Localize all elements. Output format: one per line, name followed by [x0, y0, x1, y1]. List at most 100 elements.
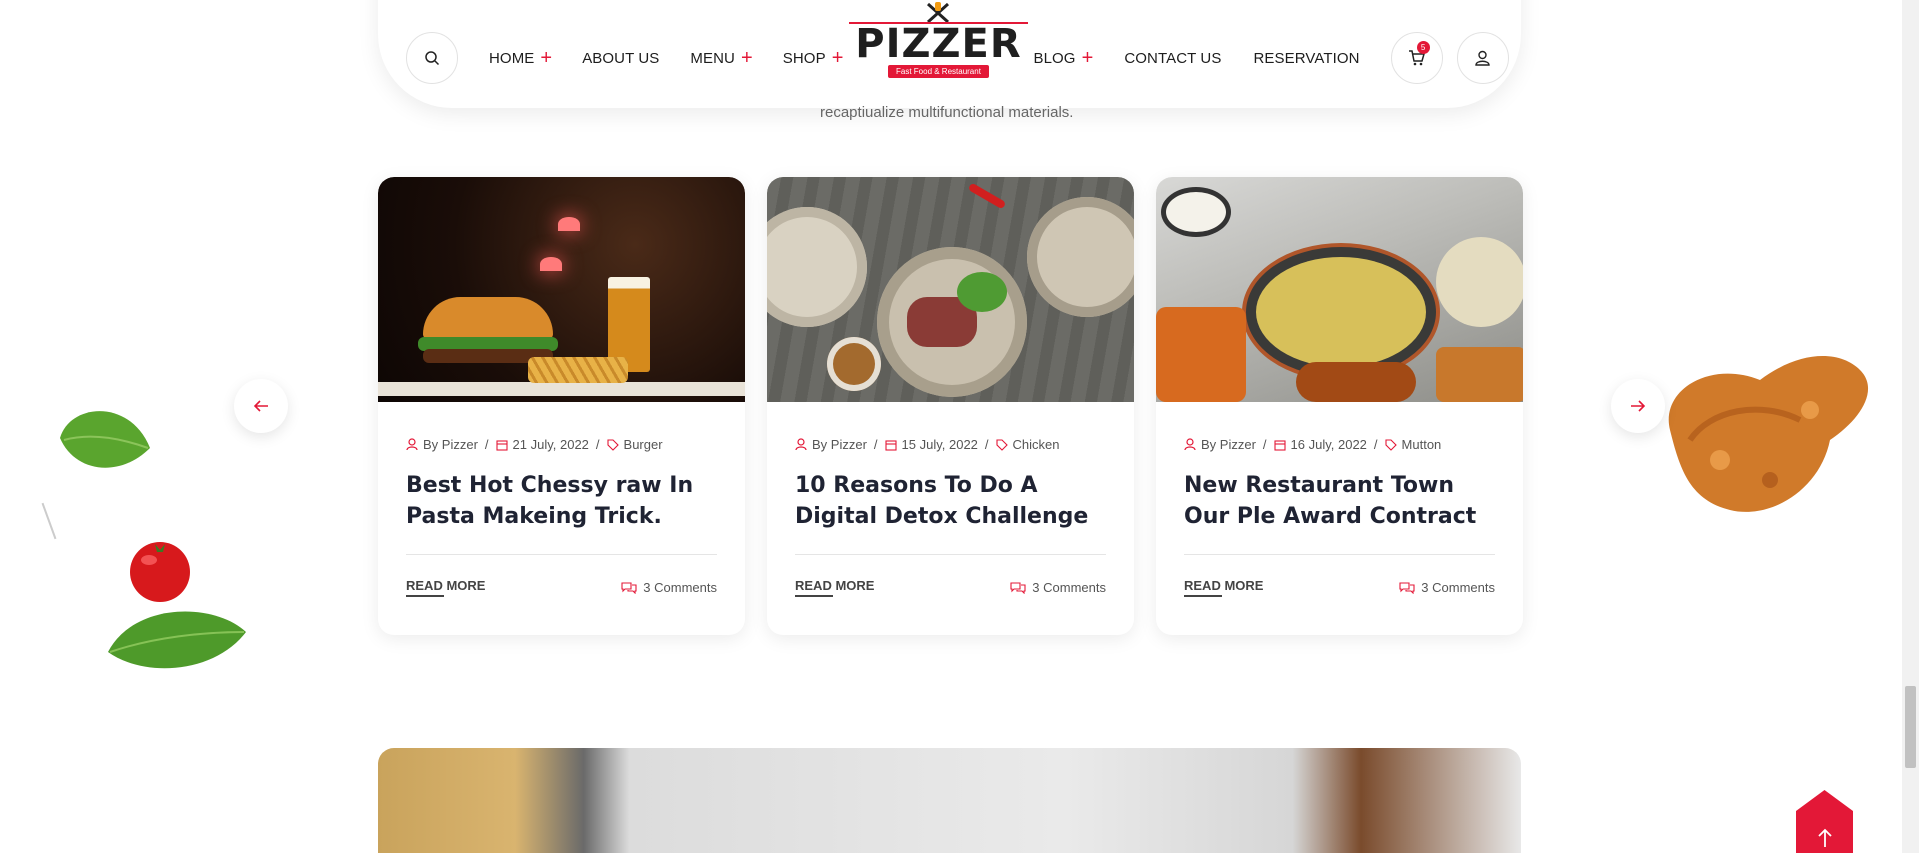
post-date: 16 July, 2022 — [1290, 437, 1367, 452]
lamp-glow — [540, 257, 562, 271]
comments-link[interactable]: 3 Comments — [1399, 580, 1495, 595]
post-title[interactable]: 10 Reasons To Do A Digital Detox Challen… — [795, 470, 1106, 532]
calendar-icon — [495, 439, 508, 451]
nav-reservation-label: RESERVATION — [1253, 49, 1360, 67]
arrow-left-icon — [253, 400, 268, 412]
post-category[interactable]: Mutton — [1402, 437, 1442, 452]
bowl — [1027, 197, 1134, 317]
dumplings-plate — [1436, 237, 1523, 327]
nav-blog[interactable]: BLOG + — [1033, 48, 1093, 68]
kimchi-plate — [1156, 307, 1246, 402]
card-divider — [406, 554, 717, 555]
post-author[interactable]: By Pizzer — [812, 437, 867, 452]
section-subtext: recaptiualize multifunctional materials. — [820, 104, 1074, 121]
sauce-bowl — [827, 337, 881, 391]
nav-menu[interactable]: MENU + — [690, 48, 752, 68]
user-icon — [795, 438, 807, 451]
card-divider — [1184, 554, 1495, 555]
tag-icon — [995, 438, 1008, 451]
post-date: 21 July, 2022 — [512, 437, 589, 452]
rice-bowl — [1166, 192, 1226, 232]
comments-link[interactable]: 3 Comments — [621, 580, 717, 595]
search-icon — [425, 51, 440, 66]
fried-chicken-plate — [1296, 362, 1416, 402]
scrollbar-thumb[interactable] — [1905, 686, 1916, 768]
plate — [378, 382, 745, 396]
nav-home[interactable]: HOME + — [489, 48, 552, 68]
site-logo[interactable]: PIZZER Fast Food & Restaurant — [849, 2, 1028, 78]
post-date: 15 July, 2022 — [901, 437, 978, 452]
page-scrollbar[interactable] — [1902, 0, 1919, 853]
slider-next-button[interactable] — [1611, 379, 1665, 433]
site-header: HOME + ABOUT US MENU + SHOP + PIZZER Fast F… — [378, 0, 1521, 108]
nav-about-label: ABOUT US — [582, 49, 660, 67]
salad-bowls-photo[interactable] — [767, 177, 1134, 402]
meta-separator: / — [595, 437, 600, 452]
account-button[interactable] — [1456, 32, 1509, 84]
burger-photo[interactable] — [378, 177, 745, 402]
logo-text: PIZZER — [855, 21, 1022, 67]
scroll-to-top-button[interactable] — [1796, 790, 1853, 853]
plus-icon: + — [540, 47, 553, 69]
comments-icon — [621, 582, 637, 594]
post-title[interactable]: Best Hot Chessy raw In Pasta Makeing Tri… — [406, 470, 717, 532]
blog-card[interactable]: By Pizzer / 21 July, 2022 / Burger Best … — [378, 177, 745, 635]
search-button[interactable] — [406, 32, 458, 84]
plus-icon: + — [1081, 47, 1094, 69]
post-meta: By Pizzer / 21 July, 2022 / Burger — [406, 437, 717, 452]
nav-reservation[interactable]: RESERVATION — [1253, 50, 1359, 67]
cart-count-badge: 5 — [1416, 41, 1430, 54]
bottom-banner-image — [378, 748, 1521, 853]
read-more-link[interactable]: READ MORE — [406, 578, 485, 597]
post-meta: By Pizzer / 16 July, 2022 / Mutton — [1184, 437, 1495, 452]
meta-separator: / — [984, 437, 989, 452]
burger-bun-top — [423, 297, 553, 339]
comments-link[interactable]: 3 Comments — [1010, 580, 1106, 595]
tag-icon — [606, 438, 619, 451]
meta-separator: / — [1373, 437, 1378, 452]
calendar-icon — [1273, 439, 1286, 451]
noodle-bowl — [1256, 257, 1426, 367]
nav-shop[interactable]: SHOP + — [783, 48, 844, 68]
post-category[interactable]: Chicken — [1013, 437, 1060, 452]
post-meta: By Pizzer / 15 July, 2022 / Chicken — [795, 437, 1106, 452]
nav-shop-label: SHOP — [782, 49, 826, 67]
noodle-feast-photo[interactable] — [1156, 177, 1523, 402]
comments-count: 3 Comments — [1421, 580, 1495, 595]
comments-icon — [1010, 582, 1026, 594]
basil-leaf-image-2 — [108, 611, 246, 669]
card-divider — [795, 554, 1106, 555]
comments-icon — [1399, 582, 1415, 594]
post-author[interactable]: By Pizzer — [1201, 437, 1256, 452]
blog-card[interactable]: By Pizzer / 15 July, 2022 / Chicken 10 R… — [767, 177, 1134, 635]
read-more-link[interactable]: READ MORE — [1184, 578, 1263, 597]
post-title[interactable]: New Restaurant Town Our Ple Award Contra… — [1184, 470, 1495, 532]
nav-blog-label: BLOG — [1033, 49, 1076, 67]
comments-count: 3 Comments — [1032, 580, 1106, 595]
bowl — [767, 207, 867, 327]
arrow-right-icon — [1631, 400, 1646, 412]
post-author[interactable]: By Pizzer — [423, 437, 478, 452]
lamp-glow — [558, 217, 580, 231]
nav-contact[interactable]: CONTACT US — [1124, 50, 1221, 67]
side-dish — [1436, 347, 1523, 402]
basil-leaf-image — [60, 411, 150, 468]
user-icon — [1475, 50, 1490, 66]
read-more-link[interactable]: READ MORE — [795, 578, 874, 597]
post-category[interactable]: Burger — [624, 437, 663, 452]
slider-prev-button[interactable] — [234, 379, 288, 433]
meta-separator: / — [484, 437, 489, 452]
nav-about[interactable]: ABOUT US — [582, 50, 659, 67]
fries — [528, 357, 628, 383]
user-icon — [406, 438, 418, 451]
meta-separator: / — [1262, 437, 1267, 452]
cart-button[interactable]: 5 — [1390, 32, 1443, 84]
decorative-line — [41, 502, 57, 540]
blog-card[interactable]: By Pizzer / 16 July, 2022 / Mutton New R… — [1156, 177, 1523, 635]
tag-icon — [1384, 438, 1397, 451]
nav-contact-label: CONTACT US — [1124, 49, 1222, 67]
comments-count: 3 Comments — [643, 580, 717, 595]
main-nav-left: HOME + ABOUT US MENU + SHOP + — [489, 32, 843, 84]
user-icon — [1184, 438, 1196, 451]
fried-chicken-image — [1668, 356, 1869, 512]
